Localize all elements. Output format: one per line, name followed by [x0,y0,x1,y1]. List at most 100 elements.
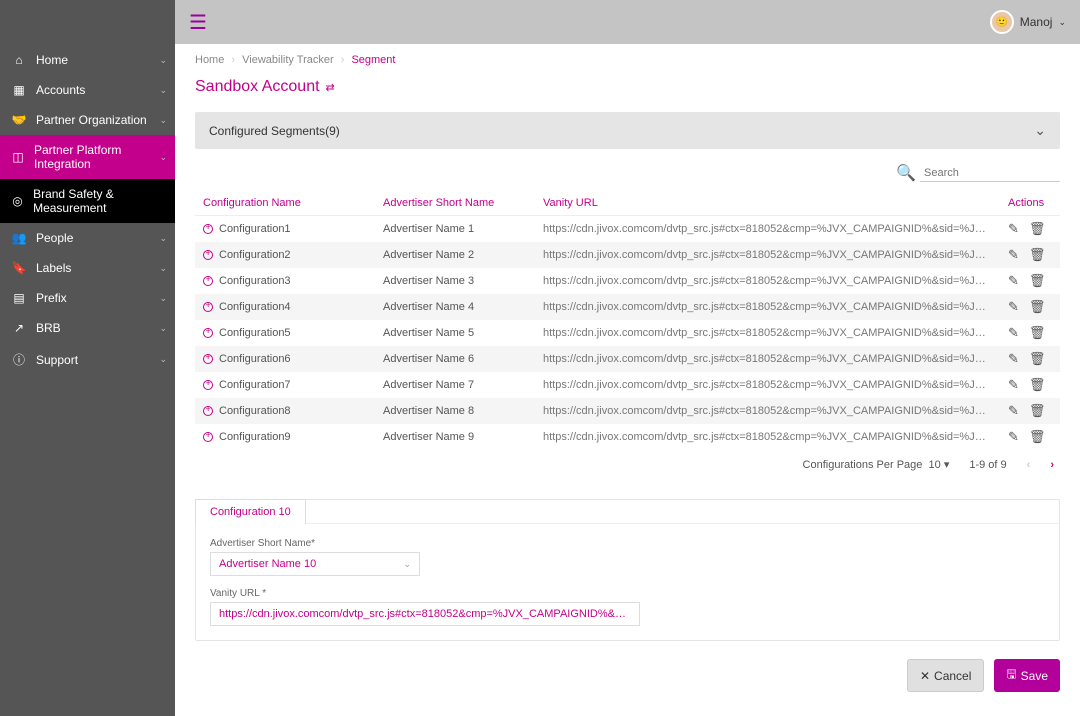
table-row: Configuration9Advertiser Name 9https://c… [195,424,1060,450]
panel-title: Configured Segments(9) [209,124,340,138]
sidebar-item-accounts[interactable]: ▦ Accounts ⌄ [0,75,175,105]
sidebar-item-label: People [36,231,73,245]
edit-icon[interactable]: ✎ [1008,429,1019,445]
info-icon: ⓘ [10,351,28,368]
col-config[interactable]: Configuration Name [195,191,375,216]
sidebar-item-home[interactable]: ⌂ Home ⌄ [0,45,175,75]
config-name: Configuration7 [219,379,291,391]
edit-icon[interactable]: ✎ [1008,351,1019,367]
chevron-down-icon: ⌄ [159,85,167,96]
breadcrumb-item: Segment [351,54,395,66]
edit-icon[interactable]: ✎ [1008,247,1019,263]
sidebar-item-label: Partner Platform Integration [34,143,165,171]
main-content: Home › Viewability Tracker › Segment San… [175,0,1080,716]
edit-icon[interactable]: ✎ [1008,403,1019,419]
edit-icon[interactable]: ✎ [1008,325,1019,341]
breadcrumb-item[interactable]: Home [195,54,224,66]
delete-icon[interactable]: 🗑 [1029,403,1046,419]
user-name: Manoj [1020,15,1053,29]
edit-icon[interactable]: ✎ [1008,299,1019,315]
adv-name: Advertiser Name 5 [375,320,535,346]
search-icon: 🔍 [896,163,916,183]
prev-page[interactable]: ‹ [1027,459,1031,471]
sidebar-item-people[interactable]: 👥 People ⌄ [0,223,175,253]
chevron-down-icon: ⌄ [159,263,167,274]
target-icon: ◎ [10,194,25,208]
breadcrumb-item[interactable]: Viewability Tracker [242,54,334,66]
table-row: Configuration3 Advertiser Name 3https://c… [195,268,1060,294]
config-name: Configuration3 [219,275,291,287]
avatar: 🙂 [990,10,1014,34]
vanity-input[interactable]: https://cdn.jivox.comcom/dvtp_src.js#ctx… [210,602,640,626]
platform-icon: ◫ [10,150,26,164]
sidebar-item-brb[interactable]: ↗ BRB ⌄ [0,313,175,343]
edit-icon[interactable]: ✎ [1008,273,1019,289]
per-page-select[interactable]: 10 ▾ [929,459,950,471]
col-adv[interactable]: Advertiser Short Name [375,191,535,216]
user-menu[interactable]: 🙂 Manoj ⌄ [990,10,1066,34]
delete-icon[interactable]: 🗑 [1029,429,1046,445]
config-name: Configuration8 [219,405,291,417]
vanity-url: https://cdn.jivox.comcom/dvtp_src.js#ctx… [535,320,1000,346]
breadcrumb: Home › Viewability Tracker › Segment [195,54,1060,66]
add-icon[interactable] [203,406,213,416]
add-icon[interactable] [203,328,213,338]
config-name: Configuration1 [219,223,291,235]
edit-icon[interactable]: ✎ [1008,221,1019,237]
table-row: Configuration1Advertiser Name 1https://c… [195,216,1060,243]
cancel-button[interactable]: ✕ Cancel [907,659,984,692]
segments-table: Configuration Name Advertiser Short Name… [195,191,1060,450]
delete-icon[interactable]: 🗑 [1029,351,1046,367]
chevron-down-icon: ⌄ [159,152,167,163]
config-name: Configuration6 [219,353,291,365]
hamburger-icon[interactable]: ☰ [189,10,207,35]
adv-name: Advertiser Name 3 [375,268,535,294]
chevron-down-icon: ⌄ [1034,122,1046,139]
add-icon[interactable] [203,250,213,260]
add-icon[interactable] [203,432,213,442]
chevron-down-icon: ⌄ [1058,17,1066,28]
add-icon[interactable] [203,224,213,234]
sidebar: ⌂ Home ⌄ ▦ Accounts ⌄ 🤝 Partner Organiza… [0,0,175,716]
config-name: Configuration9 [219,431,291,443]
sidebar-item-brand-safety[interactable]: ◎ Brand Safety & Measurement [0,179,175,223]
add-icon[interactable] [203,302,213,312]
people-icon: 👥 [10,231,28,245]
pagination: Configurations Per Page 10 ▾ 1-9 of 9 ‹ … [195,450,1060,479]
save-icon: 🖫 [1006,665,1016,686]
delete-icon[interactable]: 🗑 [1029,273,1046,289]
sidebar-item-support[interactable]: ⓘ Support ⌄ [0,343,175,376]
col-actions: Actions [1000,191,1060,216]
delete-icon[interactable]: 🗑 [1029,299,1046,315]
edit-icon[interactable]: ✎ [1008,377,1019,393]
delete-icon[interactable]: 🗑 [1029,377,1046,393]
delete-icon[interactable]: 🗑 [1029,221,1046,237]
adv-label: Advertiser Short Name* [210,538,1045,549]
add-icon[interactable] [203,380,213,390]
adv-name: Advertiser Name 8 [375,398,535,424]
next-page[interactable]: › [1050,459,1054,471]
delete-icon[interactable]: 🗑 [1029,247,1046,263]
add-icon[interactable] [203,276,213,286]
vanity-url: https://cdn.jivox.comcom/dvtp_src.js#ctx… [535,268,1000,294]
chevron-down-icon: ⌄ [159,293,167,304]
adv-select[interactable]: Advertiser Name 10 ⌄ [210,552,420,576]
col-vanity[interactable]: Vanity URL [535,191,1000,216]
delete-icon[interactable]: 🗑 [1029,325,1046,341]
save-button[interactable]: 🖫 Save [994,659,1060,692]
page-title: Sandbox Account ⇄ [195,78,1060,96]
link-icon[interactable]: ⇄ [326,81,335,94]
search-input[interactable] [920,165,1060,182]
form-tab[interactable]: Configuration 10 [195,499,306,524]
config-name: Configuration4 [219,301,291,313]
table-row: Configuration5Advertiser Name 5https://c… [195,320,1060,346]
sidebar-item-partner-platform[interactable]: ◫ Partner Platform Integration ⌄ [0,135,175,179]
sidebar-item-labels[interactable]: 🔖 Labels ⌄ [0,253,175,283]
sidebar-item-partner-org[interactable]: 🤝 Partner Organization ⌄ [0,105,175,135]
sidebar-item-label: BRB [36,321,61,335]
table-row: Configuration7Advertiser Name 7https://c… [195,372,1060,398]
chevron-down-icon: ⌄ [159,233,167,244]
add-icon[interactable] [203,354,213,364]
panel-header[interactable]: Configured Segments(9) ⌄ [195,112,1060,149]
sidebar-item-prefix[interactable]: ▤ Prefix ⌄ [0,283,175,313]
